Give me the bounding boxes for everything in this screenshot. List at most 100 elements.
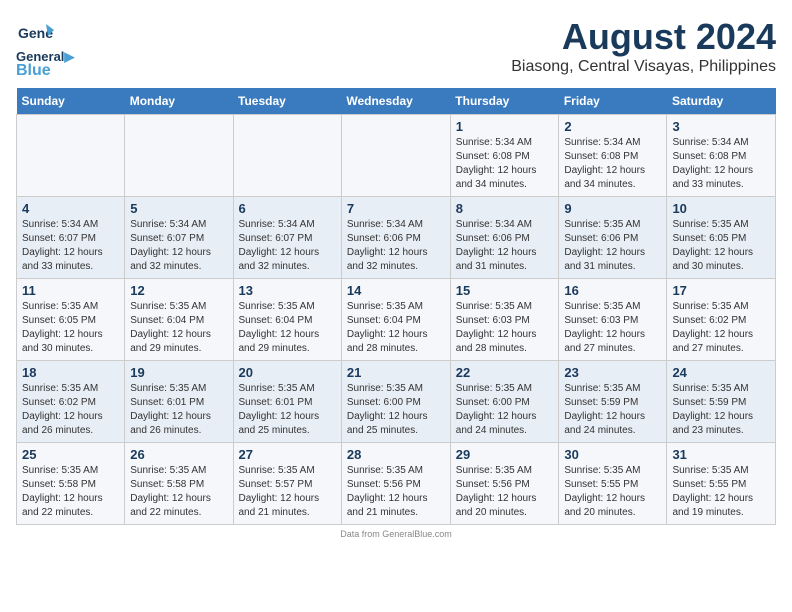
day-info: Sunrise: 5:34 AM Sunset: 6:06 PM Dayligh… — [456, 218, 554, 274]
calendar-cell: 23 Sunrise: 5:35 AM Sunset: 5:59 PM Dayli… — [559, 361, 667, 443]
day-info: Sunrise: 5:35 AM Sunset: 5:59 PM Dayligh… — [564, 382, 661, 438]
day-number: 24 — [672, 365, 770, 380]
day-info: Sunrise: 5:34 AM Sunset: 6:08 PM Dayligh… — [456, 136, 554, 192]
day-info: Sunrise: 5:34 AM Sunset: 6:07 PM Dayligh… — [130, 218, 227, 274]
calendar-cell: 6Sunrise: 5:34 AM Sunset: 6:07 PM Daylig… — [233, 197, 341, 279]
calendar-cell — [341, 115, 450, 197]
day-number: 18 — [22, 365, 119, 380]
calendar-week-1: 1Sunrise: 5:34 AM Sunset: 6:08 PM Daylig… — [17, 115, 776, 197]
day-info: Sunrise: 5:35 AM Sunset: 6:04 PM Dayligh… — [239, 300, 336, 356]
calendar-cell: 13 Sunrise: 5:35 AM Sunset: 6:04 PM Dayli… — [233, 279, 341, 361]
day-number: 12 — [130, 283, 227, 298]
day-number: 19 — [130, 365, 227, 380]
day-number: 17 — [672, 283, 770, 298]
day-info: Sunrise: 5:35 AM Sunset: 6:01 PM Dayligh… — [239, 382, 336, 438]
day-number: 15 — [456, 283, 554, 298]
calendar-cell: 8Sunrise: 5:34 AM Sunset: 6:06 PM Daylig… — [450, 197, 559, 279]
header-cell-wednesday: Wednesday — [341, 88, 450, 115]
logo-blue: Blue — [16, 62, 51, 80]
day-number: 21 — [347, 365, 445, 380]
title-area: August 2024 Biasong, Central Visayas, Ph… — [511, 16, 776, 76]
day-info: Sunrise: 5:35 AM Sunset: 5:56 PM Dayligh… — [456, 464, 554, 520]
day-info: Sunrise: 5:35 AM Sunset: 5:59 PM Dayligh… — [672, 382, 770, 438]
day-number: 27 — [239, 447, 336, 462]
calendar-cell: 14 Sunrise: 5:35 AM Sunset: 6:04 PM Dayli… — [341, 279, 450, 361]
day-info: Sunrise: 5:34 AM Sunset: 6:07 PM Dayligh… — [22, 218, 119, 274]
calendar-cell: 9Sunrise: 5:35 AM Sunset: 6:06 PM Daylig… — [559, 197, 667, 279]
day-number: 14 — [347, 283, 445, 298]
calendar-cell: 25 Sunrise: 5:35 AM Sunset: 5:58 PM Dayli… — [17, 443, 125, 525]
calendar-cell — [125, 115, 233, 197]
day-number: 26 — [130, 447, 227, 462]
day-info: Sunrise: 5:35 AM Sunset: 5:56 PM Dayligh… — [347, 464, 445, 520]
day-number: 30 — [564, 447, 661, 462]
calendar-cell: 1Sunrise: 5:34 AM Sunset: 6:08 PM Daylig… — [450, 115, 559, 197]
calendar-cell: 29Sunrise: 5:35 AM Sunset: 5:56 PM Dayli… — [450, 443, 559, 525]
day-info: Sunrise: 5:35 AM Sunset: 5:55 PM Dayligh… — [564, 464, 661, 520]
calendar-table: SundayMondayTuesdayWednesdayThursdayFrid… — [16, 88, 776, 525]
header: General General▶ Blue August 2024 Biason… — [16, 16, 776, 80]
day-info: Sunrise: 5:34 AM Sunset: 6:08 PM Dayligh… — [672, 136, 770, 192]
day-number: 2 — [564, 119, 661, 134]
calendar-body: 1Sunrise: 5:34 AM Sunset: 6:08 PM Daylig… — [17, 115, 776, 525]
day-number: 9 — [564, 201, 661, 216]
logo-icon: ▶ — [64, 49, 74, 64]
calendar-cell — [17, 115, 125, 197]
calendar-cell: 28 Sunrise: 5:35 AM Sunset: 5:56 PM Dayli… — [341, 443, 450, 525]
calendar-cell: 22 Sunrise: 5:35 AM Sunset: 6:00 PM Dayli… — [450, 361, 559, 443]
day-info: Sunrise: 5:35 AM Sunset: 6:03 PM Dayligh… — [456, 300, 554, 356]
day-info: Sunrise: 5:35 AM Sunset: 6:04 PM Dayligh… — [130, 300, 227, 356]
calendar-cell: 5 Sunrise: 5:34 AM Sunset: 6:07 PM Daylig… — [125, 197, 233, 279]
calendar-cell: 12 Sunrise: 5:35 AM Sunset: 6:04 PM Dayli… — [125, 279, 233, 361]
day-info: Sunrise: 5:35 AM Sunset: 6:03 PM Dayligh… — [564, 300, 661, 356]
logo: General General▶ Blue — [16, 16, 74, 80]
calendar-cell: 7 Sunrise: 5:34 AM Sunset: 6:06 PM Daylig… — [341, 197, 450, 279]
calendar-cell: 11Sunrise: 5:35 AM Sunset: 6:05 PM Dayli… — [17, 279, 125, 361]
day-info: Sunrise: 5:34 AM Sunset: 6:08 PM Dayligh… — [564, 136, 661, 192]
day-info: Sunrise: 5:35 AM Sunset: 6:04 PM Dayligh… — [347, 300, 445, 356]
header-cell-thursday: Thursday — [450, 88, 559, 115]
calendar-week-3: 11Sunrise: 5:35 AM Sunset: 6:05 PM Dayli… — [17, 279, 776, 361]
day-number: 5 — [130, 201, 227, 216]
calendar-cell: 21 Sunrise: 5:35 AM Sunset: 6:00 PM Dayli… — [341, 361, 450, 443]
day-number: 16 — [564, 283, 661, 298]
day-number: 31 — [672, 447, 770, 462]
calendar-cell: 24 Sunrise: 5:35 AM Sunset: 5:59 PM Dayli… — [667, 361, 776, 443]
calendar-cell: 2 Sunrise: 5:34 AM Sunset: 6:08 PM Daylig… — [559, 115, 667, 197]
day-number: 28 — [347, 447, 445, 462]
calendar-cell: 15 Sunrise: 5:35 AM Sunset: 6:03 PM Dayli… — [450, 279, 559, 361]
calendar-cell: 4Sunrise: 5:34 AM Sunset: 6:07 PM Daylig… — [17, 197, 125, 279]
header-cell-monday: Monday — [125, 88, 233, 115]
day-number: 25 — [22, 447, 119, 462]
calendar-cell: 26Sunrise: 5:35 AM Sunset: 5:58 PM Dayli… — [125, 443, 233, 525]
day-info: Sunrise: 5:35 AM Sunset: 5:58 PM Dayligh… — [22, 464, 119, 520]
footer: Data from GeneralBlue.com — [16, 529, 776, 539]
calendar-week-2: 4Sunrise: 5:34 AM Sunset: 6:07 PM Daylig… — [17, 197, 776, 279]
calendar-week-4: 18 Sunrise: 5:35 AM Sunset: 6:02 PM Dayli… — [17, 361, 776, 443]
header-cell-saturday: Saturday — [667, 88, 776, 115]
day-number: 13 — [239, 283, 336, 298]
calendar-cell: 17 Sunrise: 5:35 AM Sunset: 6:02 PM Dayli… — [667, 279, 776, 361]
day-number: 6 — [239, 201, 336, 216]
day-info: Sunrise: 5:35 AM Sunset: 6:00 PM Dayligh… — [347, 382, 445, 438]
day-number: 7 — [347, 201, 445, 216]
day-info: Sunrise: 5:35 AM Sunset: 5:55 PM Dayligh… — [672, 464, 770, 520]
header-cell-tuesday: Tuesday — [233, 88, 341, 115]
header-cell-sunday: Sunday — [17, 88, 125, 115]
day-info: Sunrise: 5:35 AM Sunset: 6:00 PM Dayligh… — [456, 382, 554, 438]
calendar-cell: 19Sunrise: 5:35 AM Sunset: 6:01 PM Dayli… — [125, 361, 233, 443]
day-number: 3 — [672, 119, 770, 134]
day-info: Sunrise: 5:35 AM Sunset: 5:57 PM Dayligh… — [239, 464, 336, 520]
calendar-week-5: 25 Sunrise: 5:35 AM Sunset: 5:58 PM Dayli… — [17, 443, 776, 525]
day-number: 22 — [456, 365, 554, 380]
calendar-cell: 16 Sunrise: 5:35 AM Sunset: 6:03 PM Dayli… — [559, 279, 667, 361]
calendar-cell: 20Sunrise: 5:35 AM Sunset: 6:01 PM Dayli… — [233, 361, 341, 443]
day-info: Sunrise: 5:34 AM Sunset: 6:06 PM Dayligh… — [347, 218, 445, 274]
day-info: Sunrise: 5:35 AM Sunset: 6:02 PM Dayligh… — [22, 382, 119, 438]
day-info: Sunrise: 5:35 AM Sunset: 6:05 PM Dayligh… — [672, 218, 770, 274]
day-info: Sunrise: 5:35 AM Sunset: 6:02 PM Dayligh… — [672, 300, 770, 356]
calendar-cell — [233, 115, 341, 197]
calendar-cell: 3 Sunrise: 5:34 AM Sunset: 6:08 PM Daylig… — [667, 115, 776, 197]
day-number: 23 — [564, 365, 661, 380]
day-number: 10 — [672, 201, 770, 216]
